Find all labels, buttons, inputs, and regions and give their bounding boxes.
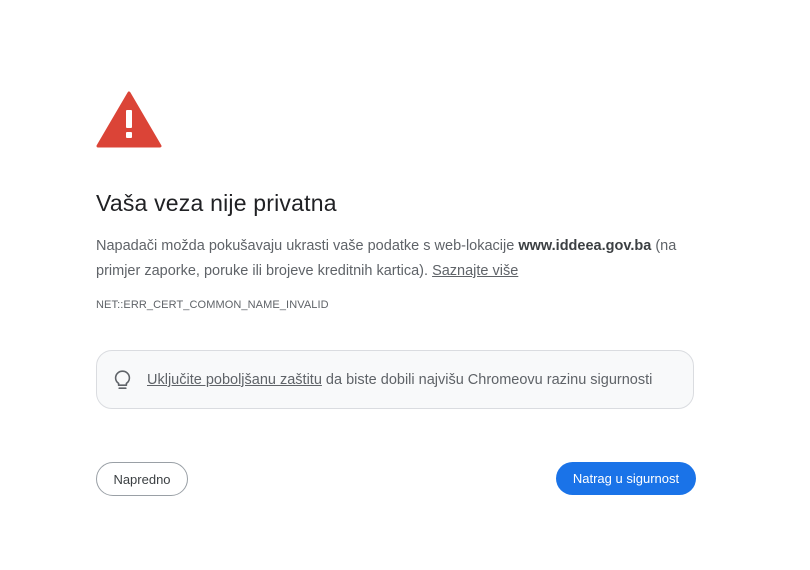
lightbulb-icon [114,370,131,390]
learn-more-link[interactable]: Saznajte više [432,263,518,279]
advanced-button[interactable]: Napredno [96,462,188,496]
page-title: Vaša veza nije privatna [96,190,337,216]
enable-enhanced-protection-link[interactable]: Uključite poboljšanu zaštitu [147,372,322,388]
site-domain: www.iddeea.gov.ba [518,238,652,254]
error-description: Napadači možda pokušavaju ukrasti vaše p… [96,234,696,284]
error-code: NET::ERR_CERT_COMMON_NAME_INVALID [96,299,329,311]
interstitial-page: Vaša veza nije privatna Napadači možda p… [0,0,810,570]
description-text: Napadači možda pokušavaju ukrasti vaše p… [96,238,519,254]
warning-triangle-icon [96,91,162,148]
back-to-safety-button[interactable]: Natrag u sigurnost [556,462,696,495]
enhanced-protection-text: Uključite poboljšanu zaštitu da biste do… [147,372,652,388]
enhanced-protection-banner: Uključite poboljšanu zaštitu da biste do… [96,350,694,409]
enhanced-protection-description: da biste dobili najvišu Chromeovu razinu… [321,372,653,388]
